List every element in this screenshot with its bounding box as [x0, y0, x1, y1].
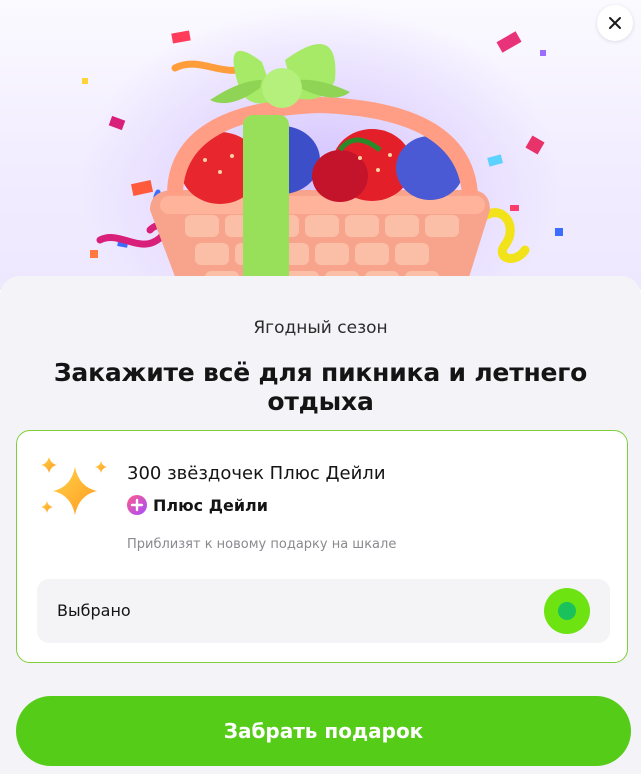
berry-basket-gift-illustration [82, 30, 563, 290]
reward-title: 300 звёздочек Плюс Дейли [127, 463, 386, 484]
plus-daily-badge: Плюс Дейли [127, 495, 268, 515]
promo-title: Закажите всё для пикника и летнего отдых… [53, 358, 588, 416]
plus-daily-icon [127, 495, 147, 515]
reward-card[interactable]: 300 звёздочек Плюс Дейли Плюс Дейли Приб… [16, 430, 628, 663]
berries [180, 126, 464, 204]
promo-eyebrow: Ягодный сезон [253, 318, 388, 338]
close-button[interactable] [597, 5, 633, 41]
close-icon [609, 17, 621, 29]
radio-dot [558, 602, 576, 620]
hero-illustration [0, 0, 641, 290]
selected-radio[interactable] [544, 588, 590, 634]
badge-label: Плюс Дейли [153, 495, 268, 515]
basket [150, 190, 490, 290]
reward-subtitle: Приблизят к новому подарку на шкале [127, 537, 397, 552]
selected-label: Выбрано [57, 601, 131, 620]
claim-gift-button[interactable]: Забрать подарок [16, 696, 631, 766]
sparkle-stars-icon [41, 457, 107, 515]
selection-row[interactable]: Выбрано [37, 579, 610, 643]
